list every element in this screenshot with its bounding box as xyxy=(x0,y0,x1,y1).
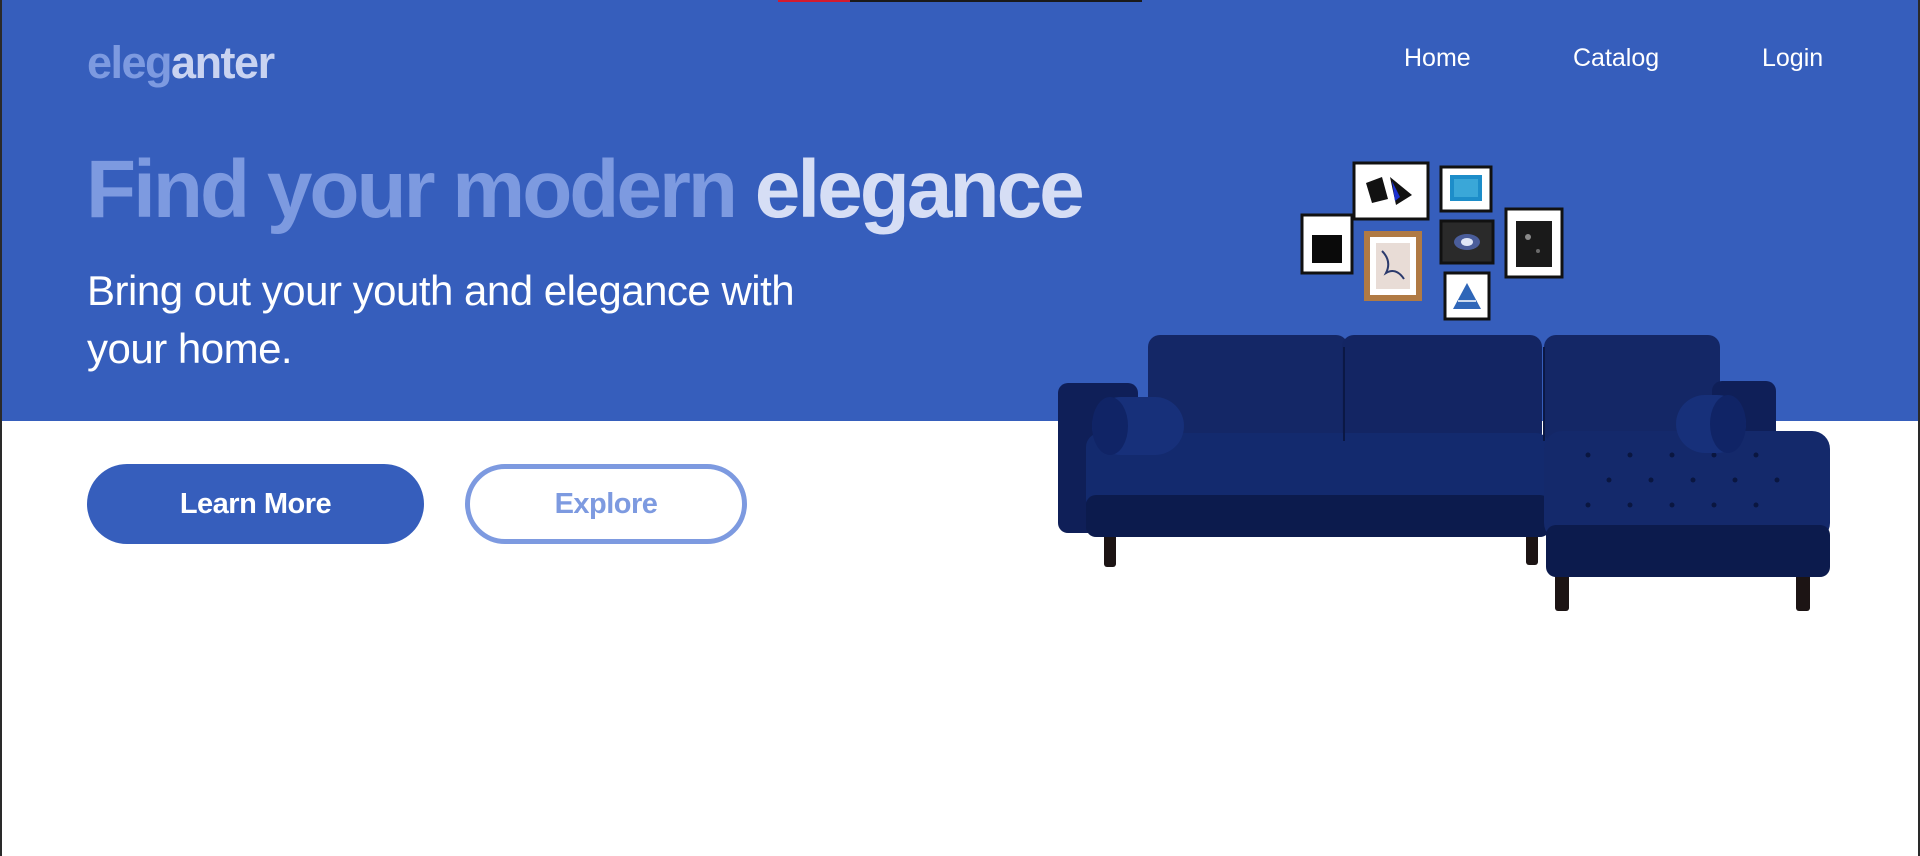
sofa-with-gallery-wall-image xyxy=(1058,161,1830,611)
nav-login-link[interactable]: Login xyxy=(1762,40,1823,76)
logo[interactable]: eleganter xyxy=(87,36,275,90)
learn-more-button[interactable]: Learn More xyxy=(87,464,424,544)
top-progress-indicator xyxy=(778,0,850,2)
gallery-wall xyxy=(1300,161,1564,321)
sofa xyxy=(1058,335,1830,611)
nav-catalog-link[interactable]: Catalog xyxy=(1573,40,1659,76)
headline-part-2: elegance xyxy=(754,144,1085,235)
nav-home-link[interactable]: Home xyxy=(1404,40,1471,76)
explore-button[interactable]: Explore xyxy=(465,464,747,544)
hero-subheading: Bring out your youth and elegance with y… xyxy=(87,267,795,372)
logo-part-2: anter xyxy=(171,37,275,88)
headline-part-1: Find your modern xyxy=(86,144,738,235)
logo-part-1: eleg xyxy=(87,37,173,88)
hero-headline: Find your modern elegance xyxy=(86,142,1085,238)
